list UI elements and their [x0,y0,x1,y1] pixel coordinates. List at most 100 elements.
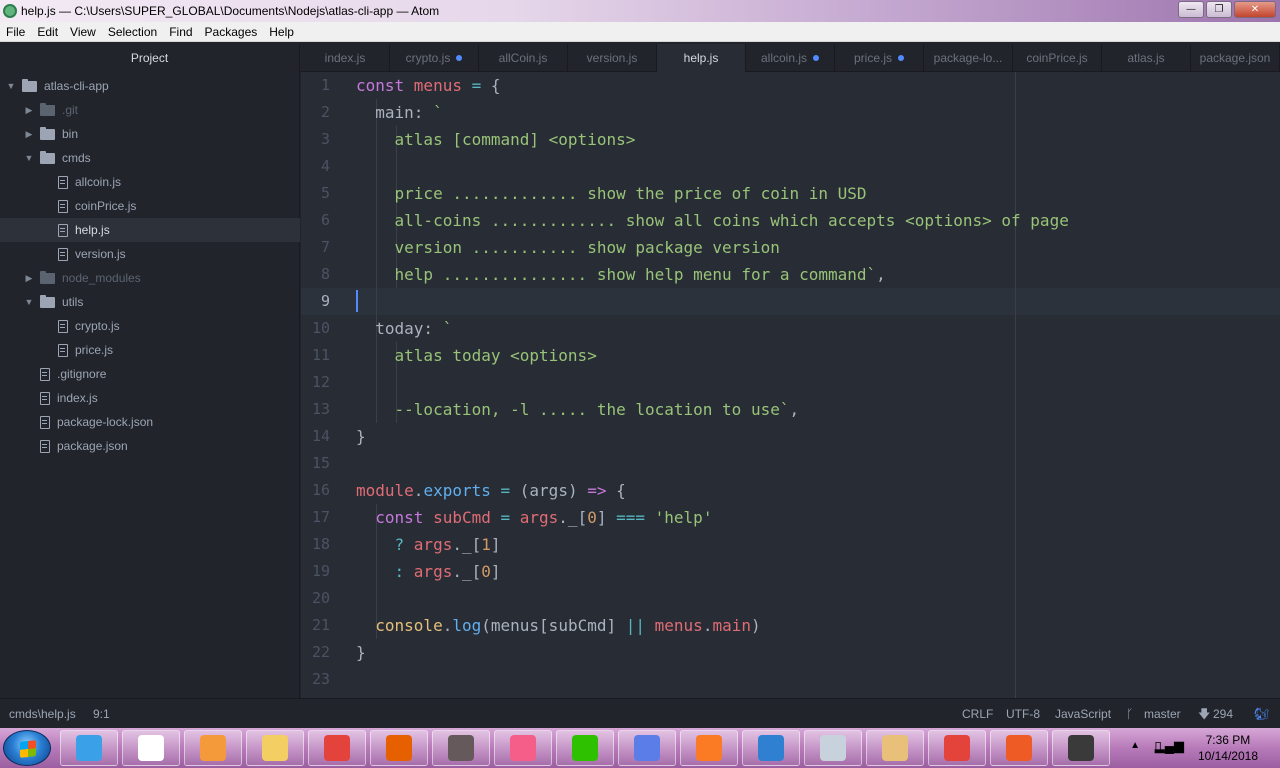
line-number[interactable]: 4 [301,157,330,175]
taskbar-app-wechat[interactable] [556,730,614,766]
line-number[interactable]: 2 [301,103,330,121]
tree-file[interactable]: package-lock.json [0,410,300,434]
menu-edit[interactable]: Edit [31,25,64,39]
line-number[interactable]: 19 [301,562,330,580]
editor-tab[interactable]: package.json [1191,44,1280,72]
taskbar-app-firefox[interactable] [370,730,428,766]
tree-file[interactable]: price.js [0,338,300,362]
tree-folder[interactable]: ▼ utils [0,290,300,314]
taskbar-app-xampp[interactable] [680,730,738,766]
editor-tab[interactable]: allCoin.js [479,44,568,72]
taskbar-app-file-explorer[interactable] [246,730,304,766]
editor-tab[interactable]: allcoin.js [746,44,835,72]
tree-folder[interactable]: ▼ cmds [0,146,300,170]
line-number[interactable]: 23 [301,670,330,688]
taskbar-app-atom[interactable] [432,730,490,766]
squirrel-update-icon[interactable]: 🐿 [1254,699,1269,729]
tree-file[interactable]: index.js [0,386,300,410]
tree-file[interactable]: help.js [0,218,300,242]
line-number[interactable]: 13 [301,400,330,418]
editor-tab[interactable]: version.js [568,44,657,72]
editor-tab[interactable]: index.js [301,44,390,72]
chevron-down-icon[interactable]: ▼ [24,297,34,307]
tree-file[interactable]: crypto.js [0,314,300,338]
line-number-gutter: 1 2 3 4 5 6 7 8 9 10 11 12 13 14 15 16 17 18 19 20 21 22 23 [301,72,351,698]
chevron-down-icon[interactable]: ▼ [6,81,16,91]
status-encoding[interactable]: UTF-8 [1006,699,1040,729]
editor-tab[interactable]: help.js [657,44,746,72]
tree-file[interactable]: package.json [0,434,300,458]
taskbar-app-calculator[interactable] [804,730,862,766]
status-git-branch[interactable]: master [1144,699,1181,729]
minimize-button[interactable]: — [1178,1,1204,18]
status-cursor-position[interactable]: 9:1 [93,699,110,729]
code-editor[interactable]: 1 2 3 4 5 6 7 8 9 10 11 12 13 14 15 16 17 18 19 20 21 22 23 co… [301,72,1280,698]
status-file-path[interactable]: cmds\help.js [9,699,76,729]
tree-folder[interactable]: ▶ node_modules [0,266,300,290]
taskbar-app-itunes[interactable] [494,730,552,766]
taskbar-app-video-editor[interactable] [1052,730,1110,766]
close-button[interactable]: ✕ [1234,1,1276,18]
taskbar-app-media-player[interactable] [184,730,242,766]
status-grammar[interactable]: JavaScript [1055,699,1111,729]
taskbar-app-notepad[interactable] [122,730,180,766]
tree-folder[interactable]: ▼ atlas-cli-app [0,74,300,98]
editor-tab[interactable]: price.js [835,44,924,72]
line-number[interactable]: 12 [301,373,330,391]
line-number[interactable]: 16 [301,481,330,499]
status-git-behind-count[interactable]: 294 [1213,699,1233,729]
line-number[interactable]: 5 [301,184,330,202]
tree-file[interactable]: coinPrice.js [0,194,300,218]
line-number[interactable]: 10 [301,319,330,337]
line-number[interactable]: 22 [301,643,330,661]
editor-tab[interactable]: coinPrice.js [1013,44,1102,72]
show-hidden-icons-icon[interactable]: ▲ [1130,740,1140,751]
editor-tab[interactable]: package-lo... [924,44,1013,72]
menu-view[interactable]: View [64,25,102,39]
clock[interactable]: 7:36 PM 10/14/2018 [1198,732,1258,764]
taskbar-app-chrome-2[interactable] [928,730,986,766]
taskbar-app-postman[interactable] [990,730,1048,766]
status-line-ending[interactable]: CRLF [962,699,993,729]
chevron-right-icon[interactable]: ▶ [24,273,34,284]
line-number[interactable]: 20 [301,589,330,607]
menu-selection[interactable]: Selection [102,25,163,39]
line-number[interactable]: 17 [301,508,330,526]
maximize-button[interactable]: ❐ [1206,1,1232,18]
chevron-right-icon[interactable]: ▶ [24,129,34,140]
editor-tab[interactable]: atlas.js [1102,44,1191,72]
editor-tab[interactable]: crypto.js [390,44,479,72]
line-number[interactable]: 18 [301,535,330,553]
menu-file[interactable]: File [0,25,31,39]
menu-find[interactable]: Find [163,25,198,39]
taskbar-app-vscode[interactable] [742,730,800,766]
line-number[interactable]: 3 [301,130,330,148]
tree-file[interactable]: version.js [0,242,300,266]
line-number[interactable]: 15 [301,454,330,472]
menu-packages[interactable]: Packages [199,25,264,39]
code-token: const [356,508,434,527]
chevron-down-icon[interactable]: ▼ [24,153,34,163]
line-number[interactable]: 6 [301,211,330,229]
taskbar-app-internet-explorer[interactable] [60,730,118,766]
tree-file[interactable]: allcoin.js [0,170,300,194]
code-line: --location, -l ..... the location to use… [356,396,800,423]
taskbar-app-paint[interactable] [866,730,924,766]
chevron-right-icon[interactable]: ▶ [24,105,34,116]
menu-help[interactable]: Help [263,25,300,39]
start-button[interactable] [3,730,51,766]
line-number[interactable]: 11 [301,346,330,364]
line-number[interactable]: 21 [301,616,330,634]
taskbar-app-chrome[interactable] [308,730,366,766]
line-number[interactable]: 1 [301,76,330,94]
line-number[interactable]: 8 [301,265,330,283]
line-number[interactable]: 7 [301,238,330,256]
network-signal-icon[interactable]: ▂▄▆ [1155,738,1184,754]
taskbar-app-git-extension[interactable] [618,730,676,766]
tree-file[interactable]: .gitignore [0,362,300,386]
tree-folder[interactable]: ▶ bin [0,122,300,146]
line-number[interactable]: 9 [301,292,330,310]
tree-folder[interactable]: ▶ .git [0,98,300,122]
line-number[interactable]: 14 [301,427,330,445]
atom-app-icon [3,4,17,18]
